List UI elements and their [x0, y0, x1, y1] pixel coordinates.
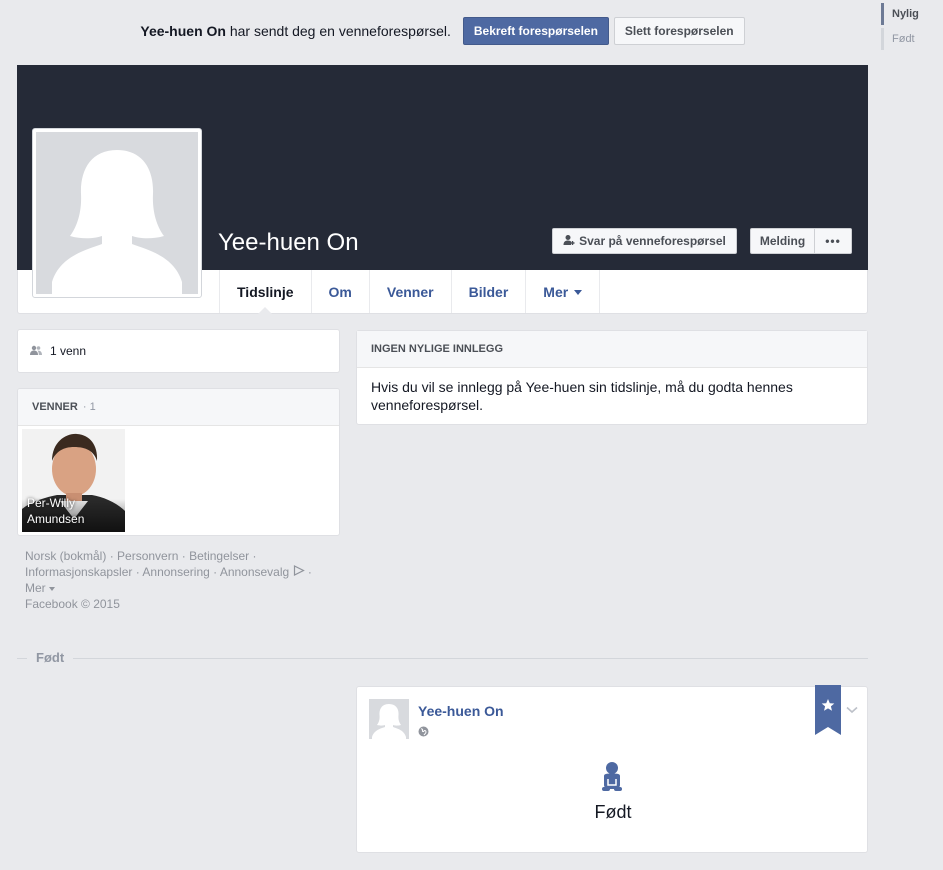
- footer-link-more[interactable]: Mer: [25, 581, 46, 595]
- life-event-title: Født: [594, 802, 632, 822]
- friends-icon: [30, 344, 42, 358]
- footer-copyright: Facebook © 2015: [25, 597, 120, 611]
- life-event-card: Yee-huen On Født: [356, 685, 868, 853]
- friend-name[interactable]: Per-Willy Amundsen: [27, 495, 125, 527]
- footer-link-advertising[interactable]: Annonsering: [142, 565, 209, 579]
- message-button[interactable]: Melding: [750, 228, 815, 254]
- friends-box-header: VENNER · 1: [18, 389, 339, 426]
- friends-box: VENNER · 1 Per-Willy Amundsen: [17, 388, 340, 536]
- footer-link-privacy[interactable]: Personvern: [117, 549, 178, 563]
- caret-down-icon: [49, 586, 56, 591]
- respond-friend-request-button[interactable]: Svar på venneforespørsel: [552, 228, 737, 254]
- friends-box-count: · 1: [82, 401, 96, 413]
- friend-request-text: Yee-huen On har sendt deg en venneforesp…: [140, 23, 451, 39]
- friend-tile[interactable]: Per-Willy Amundsen: [22, 429, 125, 532]
- footer-link-language[interactable]: Norsk (bokmål): [25, 549, 106, 563]
- tab-about[interactable]: Om: [310, 270, 369, 313]
- timeline-scrubber: Nylig Født: [881, 3, 941, 53]
- requester-name[interactable]: Yee-huen On: [140, 23, 226, 39]
- scrubber-item-recent[interactable]: Nylig: [881, 3, 941, 25]
- adchoices-icon: [293, 565, 305, 579]
- author-name[interactable]: Yee-huen On: [418, 703, 504, 719]
- baby-icon: [600, 761, 624, 798]
- footer-link-adchoices[interactable]: Annonsevalg: [220, 565, 289, 579]
- section-divider: [17, 658, 868, 659]
- more-options-button[interactable]: •••: [815, 228, 852, 254]
- footer-link-terms[interactable]: Betingelser: [189, 549, 249, 563]
- default-female-avatar-icon: [36, 132, 198, 294]
- no-posts-box: INGEN NYLIGE INNLEGG Hvis du vil se innl…: [356, 330, 868, 425]
- profile-picture[interactable]: [32, 128, 202, 298]
- footer-link-cookies[interactable]: Informasjonskapsler: [25, 565, 132, 579]
- no-posts-header: INGEN NYLIGE INNLEGG: [357, 331, 867, 368]
- globe-icon[interactable]: [418, 724, 429, 742]
- confirm-request-button[interactable]: Bekreft forespørselen: [462, 17, 609, 45]
- tab-more[interactable]: Mer: [525, 270, 601, 313]
- page-footer: Norsk (bokmål) · Personvern · Betingelse…: [25, 549, 312, 611]
- friend-request-bar: Yee-huen On har sendt deg en venneforesp…: [0, 17, 885, 45]
- friends-count-card[interactable]: 1 venn: [17, 329, 340, 373]
- tab-timeline[interactable]: Tidslinje: [219, 270, 311, 314]
- cover-actions: Svar på venneforespørsel Melding •••: [552, 228, 852, 254]
- add-friend-icon: [563, 234, 575, 249]
- profile-name[interactable]: Yee-huen On: [218, 229, 359, 257]
- author-avatar[interactable]: [369, 699, 409, 739]
- no-posts-message: Hvis du vil se innlegg på Yee-huen sin t…: [371, 379, 793, 413]
- scrubber-item-born[interactable]: Født: [881, 28, 941, 50]
- tab-photos[interactable]: Bilder: [450, 270, 526, 313]
- friends-box-title[interactable]: VENNER: [32, 401, 78, 413]
- star-ribbon-icon[interactable]: [815, 685, 841, 735]
- section-label-born: Født: [27, 650, 74, 665]
- chevron-down-icon[interactable]: [846, 701, 858, 719]
- delete-request-button[interactable]: Slett forespørselen: [613, 17, 745, 45]
- caret-down-icon: [574, 290, 583, 295]
- tab-friends[interactable]: Venner: [368, 270, 451, 313]
